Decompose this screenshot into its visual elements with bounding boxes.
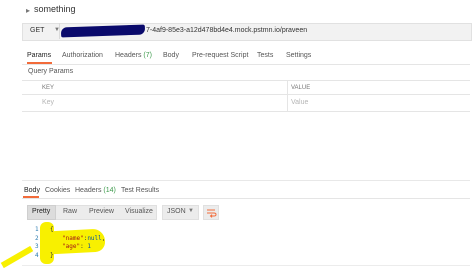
line-number: 4	[35, 252, 39, 259]
pane-divider[interactable]	[22, 180, 470, 181]
pretty-button-label: Pretty	[32, 208, 51, 215]
json-line-age: "age": 1	[62, 243, 91, 250]
tab-body[interactable]: Body	[163, 52, 179, 59]
line-number: 1	[35, 226, 39, 233]
query-params-label: Query Params	[28, 68, 74, 75]
collapse-caret-icon[interactable]: ▸	[26, 6, 30, 15]
table-row-divider	[22, 94, 470, 95]
tab-tests[interactable]: Tests	[257, 52, 273, 59]
json-close-brace: }	[50, 252, 54, 259]
tab-headers[interactable]: Headers (7)	[115, 52, 152, 59]
preview-button[interactable]: Preview	[89, 208, 114, 215]
table-row-divider	[22, 111, 470, 112]
json-line-name: "name":null,	[62, 235, 106, 242]
line-number: 2	[35, 235, 39, 242]
params-table	[22, 80, 470, 113]
key-column-header: KEY	[42, 85, 55, 91]
response-tab-headers[interactable]: Headers (14)	[75, 187, 116, 194]
table-column-divider	[287, 81, 288, 111]
value-input[interactable]: Value	[291, 99, 308, 106]
visualize-button[interactable]: Visualize	[125, 208, 153, 215]
method-label: GET	[30, 27, 45, 34]
wrap-lines-icon	[207, 209, 217, 218]
tab-params[interactable]: Params	[27, 52, 51, 59]
tabs-divider	[22, 64, 470, 65]
request-name[interactable]: something	[34, 4, 76, 14]
language-label: JSON	[167, 208, 186, 215]
json-open-brace: {	[50, 226, 54, 233]
url-input[interactable]: 7-4af9-85e3-a12d478bd4e4.mock.pstmn.io/p…	[146, 27, 307, 34]
response-tab-test-results[interactable]: Test Results	[121, 187, 159, 194]
tab-settings[interactable]: Settings	[286, 52, 311, 59]
request-name-row: ▸ something	[0, 0, 474, 22]
line-number: 3	[35, 243, 39, 250]
editor-bottom-border	[22, 265, 470, 266]
response-tab-cookies[interactable]: Cookies	[45, 187, 70, 194]
tab-pre-request-script[interactable]: Pre-request Script	[192, 52, 248, 59]
response-tab-body[interactable]: Body	[24, 187, 40, 194]
tab-authorization[interactable]: Authorization	[62, 52, 103, 59]
key-input[interactable]: Key	[42, 99, 54, 106]
wrap-lines-button[interactable]	[203, 205, 219, 220]
raw-button[interactable]: Raw	[63, 208, 77, 215]
response-tabs-divider	[22, 198, 470, 199]
chevron-down-icon: ▼	[188, 208, 194, 214]
chevron-down-icon: ▼	[54, 27, 60, 33]
value-column-header: VALUE	[291, 85, 311, 91]
